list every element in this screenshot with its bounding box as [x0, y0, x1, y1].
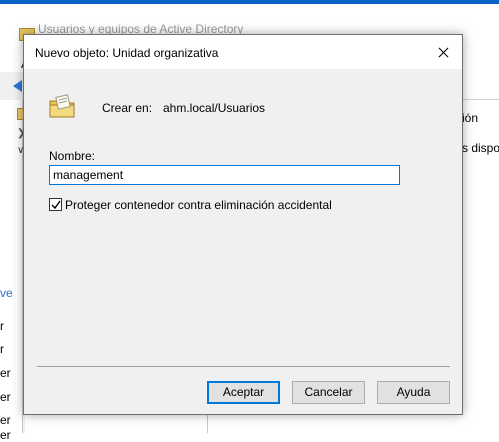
organizational-unit-icon [49, 93, 75, 119]
pane-divider [22, 414, 23, 433]
new-ou-dialog: Nuevo objeto: Unidad organizativa Crear … [23, 34, 463, 415]
tree-item[interactable]: r [0, 342, 4, 356]
name-input[interactable] [49, 165, 400, 185]
tree-item[interactable]: er [0, 390, 11, 404]
dialog-title: Nuevo objeto: Unidad organizativa [35, 46, 219, 60]
protect-checkbox-label[interactable]: Proteger contenedor contra eliminación a… [65, 198, 332, 212]
dialog-separator [37, 366, 450, 367]
tree-item[interactable]: r [0, 319, 4, 333]
tree-item[interactable]: ve [0, 286, 13, 300]
close-icon[interactable] [426, 37, 460, 67]
ok-button[interactable]: Aceptar [207, 381, 280, 404]
create-in-path: ahm.local/Usuarios [163, 101, 266, 115]
list-cell: s dispo [462, 141, 499, 155]
tree-item[interactable]: er [0, 428, 11, 442]
list-header-divider [462, 99, 499, 100]
protect-checkbox[interactable] [49, 198, 62, 211]
list-cell: ión [462, 111, 479, 125]
checkmark-icon [51, 200, 61, 210]
help-button[interactable]: Ayuda [377, 381, 450, 404]
pane-divider [207, 413, 208, 433]
cancel-button[interactable]: Cancelar [292, 381, 365, 404]
create-in-label: Crear en: [102, 101, 153, 115]
dialog-titlebar[interactable]: Nuevo objeto: Unidad organizativa [24, 35, 462, 69]
back-arrow-icon[interactable] [13, 80, 22, 92]
tree-item[interactable]: er [0, 366, 11, 380]
name-label: Nombre: [49, 149, 96, 163]
tree-item[interactable]: er [0, 413, 11, 427]
